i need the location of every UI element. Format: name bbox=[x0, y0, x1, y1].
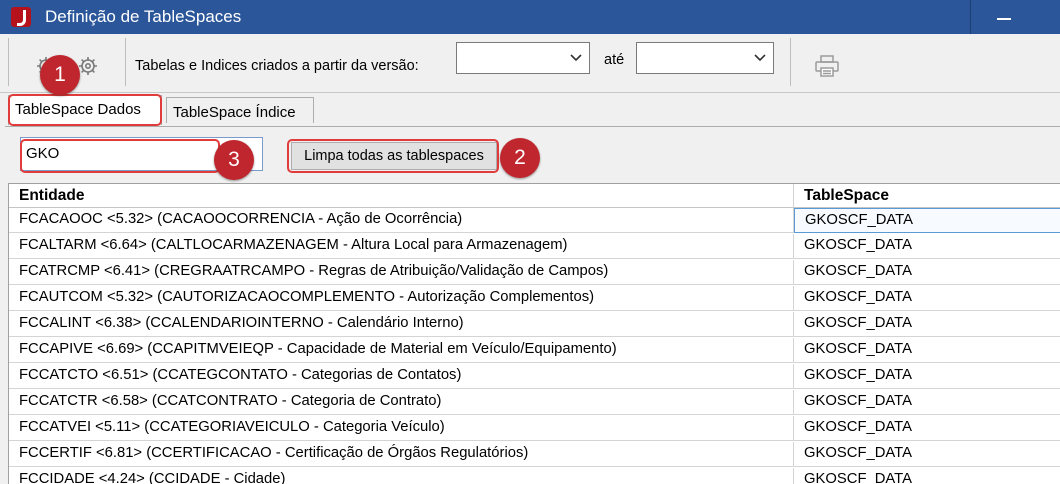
cell-tablespace[interactable]: GKOSCF_DATA bbox=[794, 234, 1060, 259]
toolbar: Tabelas e Indices criados a partir da ve… bbox=[0, 34, 1060, 93]
minimize-button[interactable] bbox=[975, 0, 1035, 34]
cell-entidade[interactable]: FCALTARM <6.64> (CALTLOCARMAZENAGEM - Al… bbox=[9, 234, 794, 259]
minimize-icon bbox=[997, 18, 1011, 20]
cell-entidade[interactable]: FCCALINT <6.38> (CCALENDARIOINTERNO - Ca… bbox=[9, 312, 794, 337]
cell-tablespace[interactable]: GKOSCF_DATA bbox=[794, 390, 1060, 415]
table-row[interactable]: FCATRCMP <6.41> (CREGRAATRCAMPO - Regras… bbox=[9, 260, 1060, 285]
cell-entidade[interactable]: FCCATCTR <6.58> (CCATCONTRATO - Categori… bbox=[9, 390, 794, 415]
chevron-down-icon bbox=[754, 54, 766, 62]
table-row[interactable]: FCCATVEI <5.11> (CCATEGORIAVEICULO - Cat… bbox=[9, 416, 1060, 441]
cell-entidade[interactable]: FCCAPIVE <6.69> (CCAPITMVEIEQP - Capacid… bbox=[9, 338, 794, 363]
annotation-badge-3: 3 bbox=[214, 140, 254, 180]
annotation-badge-2: 2 bbox=[500, 138, 540, 178]
table-row[interactable]: FCACAOOC <5.32> (CACAOOCORRENCIA - Ação … bbox=[9, 208, 1060, 233]
column-header-entidade[interactable]: Entidade bbox=[9, 184, 794, 208]
cell-tablespace[interactable]: GKOSCF_DATA bbox=[794, 208, 1060, 233]
cell-tablespace[interactable]: GKOSCF_DATA bbox=[794, 442, 1060, 467]
window-title: Definição de TableSpaces bbox=[45, 7, 242, 26]
table-row[interactable]: FCCATCTR <6.58> (CCATCONTRATO - Categori… bbox=[9, 390, 1060, 415]
printer-icon[interactable] bbox=[814, 54, 840, 78]
table-row[interactable]: FCALTARM <6.64> (CALTLOCARMAZENAGEM - Al… bbox=[9, 234, 1060, 259]
cell-tablespace[interactable]: GKOSCF_DATA bbox=[794, 338, 1060, 363]
title-bar: Definição de TableSpaces bbox=[0, 0, 1060, 34]
cell-tablespace[interactable]: GKOSCF_DATA bbox=[794, 312, 1060, 337]
highlight-filter-input bbox=[20, 139, 220, 173]
version-label: Tabelas e Indices criados a partir da ve… bbox=[135, 58, 419, 74]
cell-entidade[interactable]: FCCATVEI <5.11> (CCATEGORIAVEICULO - Cat… bbox=[9, 416, 794, 441]
table-row[interactable]: FCAUTCOM <5.32> (CAUTORIZACAOCOMPLEMENTO… bbox=[9, 286, 1060, 311]
tab-tablespace-indice[interactable]: TableSpace Índice bbox=[166, 97, 314, 123]
cell-entidade[interactable]: FCCERTIF <6.81> (CCERTIFICACAO - Certifi… bbox=[9, 442, 794, 467]
chevron-down-icon bbox=[570, 54, 582, 62]
table-row[interactable]: FCCALINT <6.38> (CCALENDARIOINTERNO - Ca… bbox=[9, 312, 1060, 337]
table-row[interactable]: FCCIDADE <4.24> (CCIDADE - Cidade) GKOSCF… bbox=[9, 468, 1060, 484]
cell-tablespace[interactable]: GKOSCF_DATA bbox=[794, 260, 1060, 285]
table-row[interactable]: FCCERTIF <6.81> (CCERTIFICACAO - Certifi… bbox=[9, 442, 1060, 467]
app-logo-icon bbox=[11, 7, 31, 27]
version-to-select[interactable] bbox=[636, 42, 774, 74]
cell-entidade[interactable]: FCACAOOC <5.32> (CACAOOCORRENCIA - Ação … bbox=[9, 208, 794, 233]
highlight-clear-button bbox=[287, 139, 499, 173]
cell-entidade[interactable]: FCAUTCOM <5.32> (CAUTORIZACAOCOMPLEMENTO… bbox=[9, 286, 794, 311]
annotation-badge-1: 1 bbox=[40, 55, 80, 95]
cell-entidade[interactable]: FCATRCMP <6.41> (CREGRAATRCAMPO - Regras… bbox=[9, 260, 794, 285]
highlight-tab-dados bbox=[8, 94, 162, 126]
ate-label: até bbox=[604, 52, 625, 68]
cell-entidade[interactable]: FCCATCTO <6.51> (CCATEGCONTATO - Categor… bbox=[9, 364, 794, 389]
cell-tablespace[interactable]: GKOSCF_DATA bbox=[794, 286, 1060, 311]
title-divider bbox=[970, 0, 971, 34]
table-row[interactable]: FCCATCTO <6.51> (CCATEGCONTATO - Categor… bbox=[9, 364, 1060, 389]
column-header-tablespace[interactable]: TableSpace bbox=[794, 184, 1060, 208]
cell-tablespace[interactable]: GKOSCF_DATA bbox=[794, 364, 1060, 389]
version-from-select[interactable] bbox=[456, 42, 590, 74]
table-row[interactable]: FCCAPIVE <6.69> (CCAPITMVEIEQP - Capacid… bbox=[9, 338, 1060, 363]
cell-entidade[interactable]: FCCIDADE <4.24> (CCIDADE - Cidade) bbox=[9, 468, 794, 484]
cell-tablespace[interactable]: GKOSCF_DATA bbox=[794, 468, 1060, 484]
cell-tablespace[interactable]: GKOSCF_DATA bbox=[794, 416, 1060, 441]
entity-grid: Entidade TableSpace FCACAOOC <5.32> (CAC… bbox=[8, 183, 1060, 484]
